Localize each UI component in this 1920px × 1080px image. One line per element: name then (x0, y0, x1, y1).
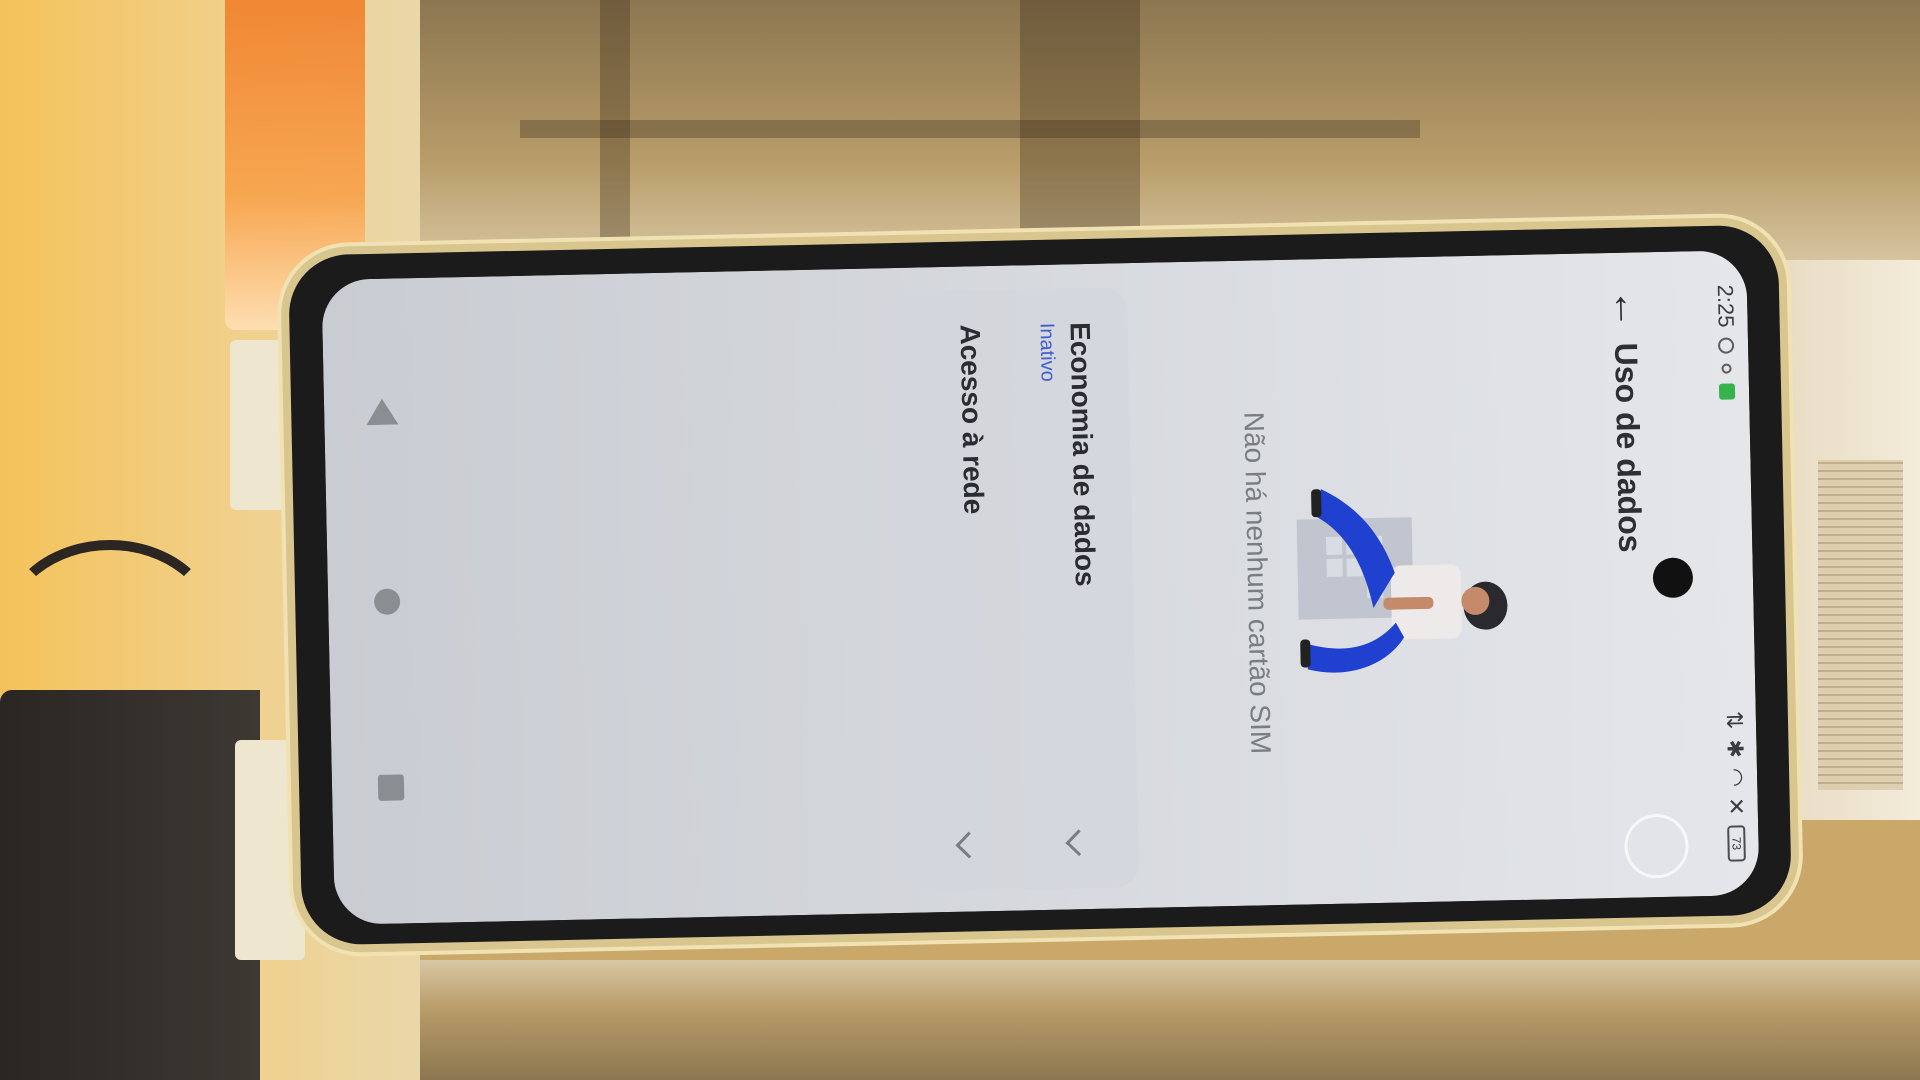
location-icon (1721, 363, 1732, 374)
settings-item-network-access[interactable]: Acesso à rede (897, 290, 1020, 892)
battery-icon: 73 (1727, 825, 1746, 862)
background-room-bottom (420, 960, 1920, 1080)
bluetooth-icon: ✱ (1722, 739, 1748, 759)
wifi-icon: ◠ (1722, 767, 1749, 788)
navigation-bar (341, 278, 424, 924)
status-right: ⇅ ✱ ◠ ✕ 73 (1721, 711, 1750, 862)
no-sim-message: Não há nenhum cartão SIM (1238, 411, 1277, 755)
settings-item-label: Economia de dados (1064, 321, 1101, 587)
settings-item-status: Inativo (1035, 322, 1059, 382)
no-sim-illustration (1296, 489, 1508, 673)
app-notification-icon (1718, 383, 1736, 400)
phone-screen-viewport: 2:25 ⇅ ✱ ◠ ✕ 73 ← Uso de dados Não há ne… (321, 250, 1760, 925)
no-sim-icon: ✕ (1723, 796, 1749, 816)
status-left: 2:25 (1712, 284, 1740, 400)
page-title: Uso de dados (1608, 342, 1649, 553)
phone-screen: 2:25 ⇅ ✱ ◠ ✕ 73 ← Uso de dados Não há ne… (321, 250, 1760, 925)
status-time: 2:25 (1712, 284, 1739, 328)
nav-recents-icon[interactable] (377, 774, 405, 801)
nav-home-icon[interactable] (373, 588, 401, 615)
settings-item-data-saver[interactable]: Economia de dados Inativo (1007, 287, 1130, 889)
phone-mount-left-lower (235, 740, 305, 960)
settings-item-label: Acesso à rede (954, 324, 990, 515)
back-arrow-icon[interactable]: ← (1605, 286, 1650, 331)
nfc-icon: ⇅ (1721, 710, 1748, 730)
vpn-icon (1717, 337, 1735, 354)
camera-device (0, 690, 260, 1080)
background-shelf (520, 120, 1420, 138)
settings-card: Economia de dados Inativo Acesso à rede (886, 287, 1140, 893)
mount-label-sticker (1818, 460, 1903, 790)
nav-back-icon[interactable] (365, 398, 399, 426)
app-bar: ← Uso de dados (1582, 252, 1675, 899)
floating-assist-circle[interactable] (1623, 813, 1690, 879)
